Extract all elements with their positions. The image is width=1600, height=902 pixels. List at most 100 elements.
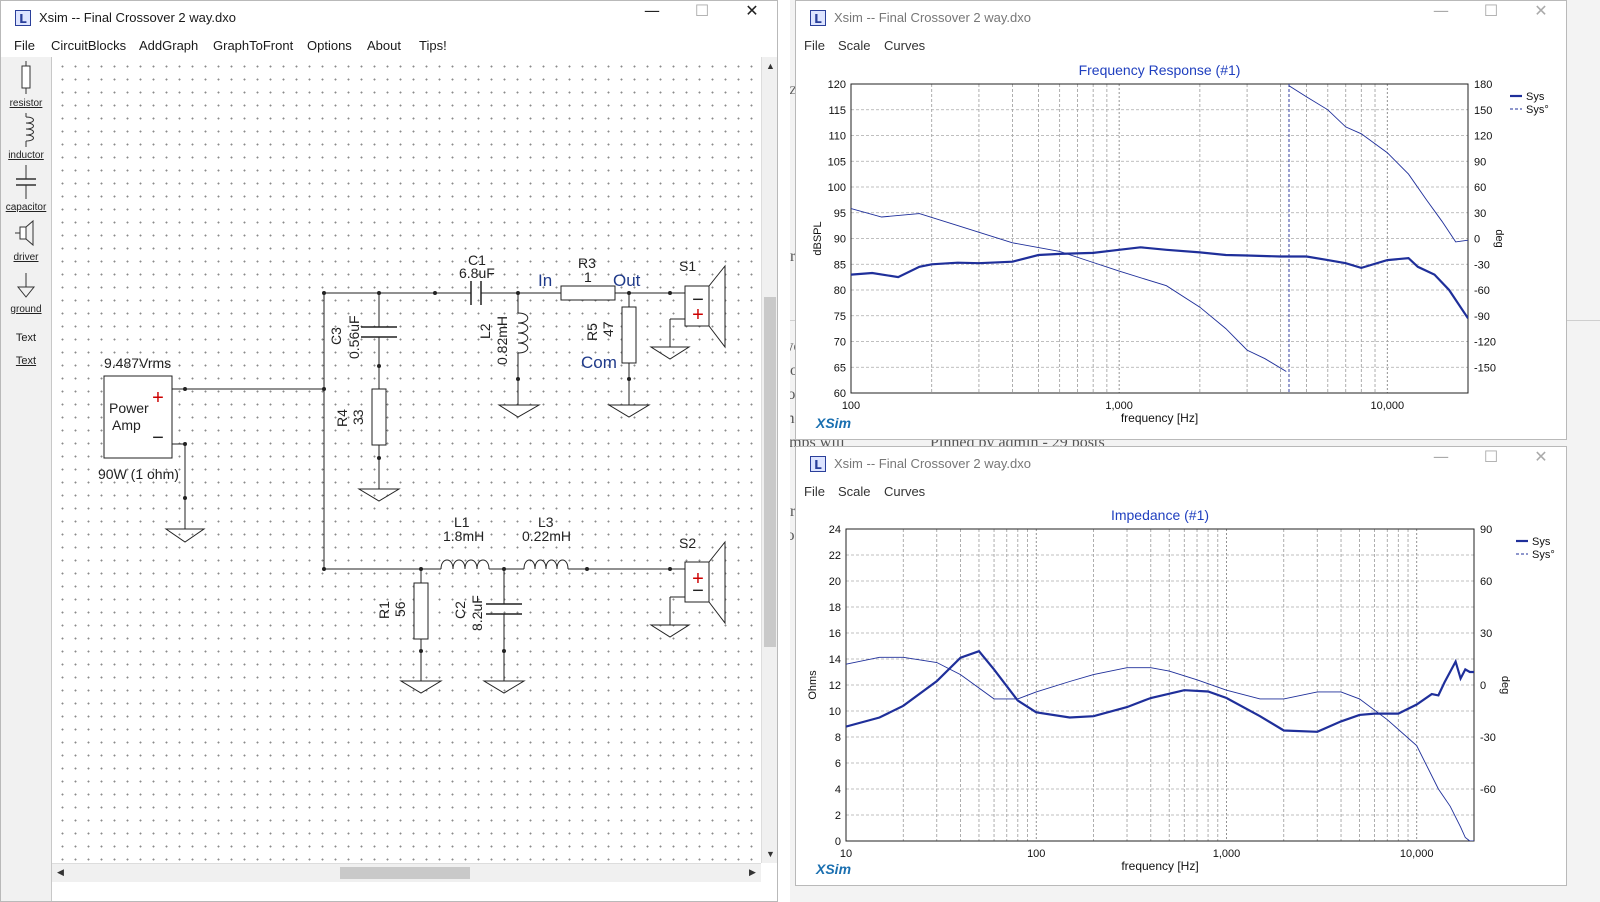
y2-tick-label: 90	[1480, 524, 1492, 536]
menu-file[interactable]: File	[804, 484, 825, 499]
tool-text-link[interactable]: Text	[1, 355, 51, 367]
menu-about[interactable]: About	[367, 38, 401, 53]
ground-symbol	[482, 680, 526, 694]
l2-name: L2	[477, 323, 493, 339]
y-tick-label: 70	[834, 337, 846, 349]
vertical-scrollbar[interactable]: ▲ ▼	[761, 57, 777, 863]
scroll-thumb[interactable]	[764, 297, 776, 647]
title-bar[interactable]: L Xsim -- Final Crossover 2 way.dxo — ☐ …	[1, 1, 777, 35]
y-axis-label: dBSPL	[812, 221, 824, 255]
y-tick-label: 115	[828, 105, 846, 117]
menu-file[interactable]: File	[804, 38, 825, 53]
y-tick-label: 110	[828, 131, 846, 143]
y-tick-label: 95	[834, 208, 846, 220]
frequency-response-window: L Xsim -- Final Crossover 2 way.dxo — ☐ …	[795, 0, 1567, 440]
ground-symbol	[607, 404, 651, 418]
close-button[interactable]: ✕	[729, 1, 775, 35]
impedance-chart[interactable]: 024681012141618202224-60-30030609010 100 1…	[796, 503, 1566, 885]
menu-tips[interactable]: Tips!	[419, 38, 447, 53]
menu-circuitblocks[interactable]: CircuitBlocks	[51, 38, 126, 53]
minimize-button[interactable]: —	[1418, 447, 1464, 481]
ground-symbol	[649, 346, 691, 360]
y2-tick-label: 180	[1474, 79, 1492, 91]
menu-addgraph[interactable]: AddGraph	[139, 38, 198, 53]
tool-resistor[interactable]: resistor	[1, 61, 51, 109]
component-toolbox: resistor inductor capacitor driver groun…	[1, 57, 52, 901]
y-tick-label: 2	[835, 810, 841, 822]
menu-options[interactable]: Options	[307, 38, 352, 53]
magnitude-series-line	[851, 246, 1468, 319]
x-tick-label: 1,000	[1213, 848, 1241, 860]
menu-curves[interactable]: Curves	[884, 484, 925, 499]
minus-sign: −	[692, 289, 704, 311]
x-tick-label: 10	[840, 848, 852, 860]
r3-value: 1	[584, 269, 592, 285]
tool-driver[interactable]: driver	[1, 219, 51, 263]
c2-value: 8.2uF	[469, 595, 485, 631]
scroll-down-icon[interactable]: ▼	[762, 846, 777, 863]
y-tick-label: 120	[828, 79, 846, 91]
menu-file[interactable]: File	[14, 38, 35, 53]
r4-resistor[interactable]	[371, 388, 387, 446]
y2-tick-label: -60	[1474, 285, 1490, 297]
menu-scale[interactable]: Scale	[838, 484, 871, 499]
scroll-thumb[interactable]	[340, 867, 470, 879]
amp-name: Power	[109, 400, 149, 416]
scroll-left-icon[interactable]: ◀	[52, 864, 69, 881]
schematic-canvas[interactable]: + + + − − − 9.487Vrms Power Amp 90W (1 o…	[52, 57, 761, 863]
y-tick-label: 85	[834, 259, 846, 271]
inductor-icon	[25, 113, 34, 147]
l3-inductor[interactable]	[523, 559, 569, 570]
menu-graphtofront[interactable]: GraphToFront	[213, 38, 293, 53]
y2-tick-label: 60	[1474, 182, 1486, 194]
l2-inductor[interactable]	[517, 312, 529, 354]
maximize-button[interactable]: ☐	[1468, 447, 1514, 481]
y-tick-label: 0	[835, 836, 841, 848]
scroll-right-icon[interactable]: ▶	[744, 864, 761, 881]
maximize-button[interactable]: ☐	[1468, 1, 1514, 35]
magnitude-series-line	[846, 649, 1474, 733]
minimize-button[interactable]: —	[1418, 1, 1464, 35]
ground-symbol	[649, 624, 691, 638]
tool-label: inductor	[8, 150, 44, 161]
y-tick-label: 18	[829, 602, 841, 614]
ground-icon	[16, 273, 36, 298]
l1-inductor[interactable]	[440, 559, 490, 570]
r1-resistor[interactable]	[413, 582, 429, 640]
text-link-icon: Text	[15, 355, 37, 367]
menu-bar: File Scale Curves	[796, 35, 1566, 57]
minimize-button[interactable]: —	[629, 1, 675, 35]
frequency-response-chart[interactable]: 60 65 70 75 80 85 90 95 100 105 110 115 120 -150 -120 -…	[796, 57, 1566, 439]
r3-resistor[interactable]	[560, 285, 616, 301]
y-tick-label: 105	[828, 156, 846, 168]
resistor-icon	[21, 61, 31, 94]
menu-scale[interactable]: Scale	[838, 38, 871, 53]
tool-ground[interactable]: ground	[1, 271, 51, 315]
tool-text[interactable]: Text	[1, 329, 51, 344]
c3-name: C3	[328, 327, 344, 345]
tool-capacitor[interactable]: capacitor	[1, 165, 51, 213]
scroll-up-icon[interactable]: ▲	[762, 58, 777, 75]
tool-label: resistor	[9, 98, 43, 109]
y2-tick-label: 30	[1474, 208, 1486, 220]
horizontal-scrollbar[interactable]: ◀ ▶	[52, 863, 761, 882]
ground-symbol	[357, 488, 401, 502]
y-tick-label: 10	[829, 706, 841, 718]
y-tick-label: 100	[828, 182, 846, 194]
y2-tick-label: 120	[1474, 131, 1492, 143]
title-bar[interactable]: L Xsim -- Final Crossover 2 way.dxo — ☐ …	[796, 447, 1566, 481]
app-icon: L	[810, 456, 826, 472]
pad-out: Out	[613, 271, 641, 290]
menu-bar: File CircuitBlocks AddGraph GraphToFront…	[1, 35, 777, 57]
r1-name: R1	[376, 601, 392, 619]
r5-resistor[interactable]	[621, 306, 637, 364]
phase-series-line	[851, 85, 1468, 372]
close-button[interactable]: ✕	[1518, 447, 1564, 481]
legend-label: Sys°	[1526, 104, 1549, 116]
close-button[interactable]: ✕	[1518, 1, 1564, 35]
menu-curves[interactable]: Curves	[884, 38, 925, 53]
tool-inductor[interactable]: inductor	[1, 113, 51, 161]
maximize-button[interactable]: ☐	[679, 1, 725, 35]
title-bar[interactable]: L Xsim -- Final Crossover 2 way.dxo — ☐ …	[796, 1, 1566, 35]
r5-value: 47	[600, 321, 616, 337]
